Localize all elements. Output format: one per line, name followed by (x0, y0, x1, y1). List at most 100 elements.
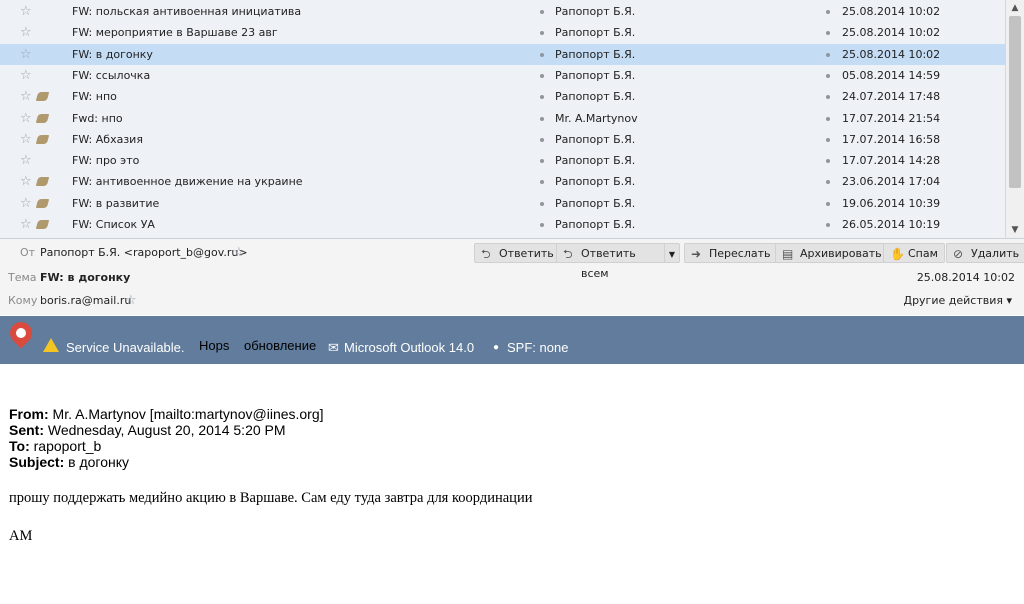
message-row[interactable]: ☆ FW: нпо Рапопорт Б.Я. 24.07.2014 17:48 (0, 86, 1005, 107)
update-link[interactable]: обновление (244, 338, 316, 353)
reply-all-button[interactable]: ⮌ Ответить всем (556, 243, 664, 280)
security-banner: Service Unavailable. Hops обновление ✉ M… (0, 316, 1024, 364)
star-icon[interactable]: ☆ (20, 22, 34, 43)
star-icon[interactable]: ☆ (20, 86, 34, 107)
to-value[interactable]: boris.ra@mail.ru (40, 289, 131, 313)
other-actions-button[interactable]: Другие действия ▾ (903, 289, 1012, 313)
tag-icon[interactable] (35, 92, 50, 102)
star-icon[interactable]: ☆ (20, 129, 34, 150)
message-row[interactable]: ☆ FW: про это Рапопорт Б.Я. 17.07.2014 14:2… (0, 150, 1005, 171)
from-value[interactable]: Рапопорт Б.Я. <rapoport_b@gov.ru> (40, 241, 248, 265)
message-row[interactable]: ☆ FW: польская антивоенная инициатива Рапо… (0, 1, 1005, 22)
star-icon[interactable]: ☆ (20, 108, 34, 129)
bullet-icon (540, 159, 544, 164)
delete-button[interactable]: ⊘ Удалить (946, 243, 1024, 263)
bullet-icon (540, 201, 544, 206)
spam-button[interactable]: ✋ Спам (883, 243, 945, 263)
subject-value: FW: в догонку (40, 271, 131, 284)
message-date: 23.06.2014 17:04 (842, 175, 941, 189)
message-subject: FW: мероприятие в Варшаве 23 авг (72, 26, 278, 40)
message-list-scrollbar[interactable]: ▲ ▼ (1005, 0, 1024, 238)
location-pin-icon (5, 317, 37, 349)
bullet-icon (826, 137, 830, 142)
message-row[interactable]: ☆ FW: Список УА Рапопорт Б.Я. 26.05.2014 10… (0, 214, 1005, 235)
tag-icon[interactable] (35, 134, 50, 144)
spam-icon: ✋ (890, 247, 905, 261)
message-list: ☆ FW: польская антивоенная инициатива Рапо… (0, 0, 1024, 239)
tag-icon[interactable] (35, 177, 50, 187)
reply-button[interactable]: ⮌ Ответить (474, 243, 561, 263)
star-icon[interactable]: ☆ (233, 241, 245, 265)
message-subject: FW: антивоенное движение на украине (72, 175, 303, 189)
message-row[interactable]: ☆ FW: ссылочка Рапопорт Б.Я. 05.08.2014 14:… (0, 65, 1005, 86)
body-text: прошу поддержать медийно акцию в Варшаве… (9, 490, 533, 506)
quoted-subject: Subject: в догонку (9, 454, 130, 470)
message-row[interactable]: ☆ FW: антивоенное движение на украине Рапо… (0, 171, 1005, 192)
bullet-icon (826, 31, 830, 36)
bullet-icon (826, 201, 830, 206)
star-icon[interactable]: ☆ (20, 150, 34, 171)
message-body: From: Mr. A.Martynov [mailto:martynov@ii… (9, 406, 532, 544)
bullet-icon (540, 10, 544, 14)
message-subject: FW: нпо (72, 90, 117, 104)
bullet-icon (540, 95, 544, 100)
star-icon[interactable]: ☆ (20, 65, 34, 86)
star-icon[interactable]: ☆ (20, 44, 34, 65)
bullet-icon (826, 223, 830, 227)
message-sender: Рапопорт Б.Я. (555, 132, 636, 146)
message-sender: Рапопорт Б.Я. (555, 196, 636, 210)
to-label: Кому (8, 294, 38, 307)
message-row[interactable]: ☆ Fwd: нпо Mr. A.Martynov 17.07.2014 21:54 (0, 108, 1005, 129)
message-subject: FW: Абхазия (72, 132, 143, 146)
archive-button[interactable]: ▤ Архивировать (775, 243, 889, 263)
reply-all-dropdown[interactable]: ▼ (664, 243, 680, 263)
message-row[interactable]: ☆ FW: мероприятие в Варшаве 23 авг Рапопор… (0, 22, 1005, 43)
star-icon[interactable]: ☆ (20, 193, 34, 214)
message-date: 24.07.2014 17:48 (842, 90, 941, 104)
message-sender: Рапопорт Б.Я. (555, 175, 636, 189)
bullet-icon (540, 223, 544, 227)
scroll-down-icon[interactable]: ▼ (1006, 222, 1024, 238)
message-date: 17.07.2014 14:28 (842, 154, 941, 168)
bullet-icon (826, 52, 830, 57)
message-sender: Рапопорт Б.Я. (555, 5, 636, 18)
bullet-icon (540, 137, 544, 142)
star-icon[interactable]: ☆ (20, 1, 34, 22)
message-row[interactable]: ☆ FW: в развитие Рапопорт Б.Я. 19.06.2014 1… (0, 193, 1005, 214)
bullet-icon (826, 159, 830, 164)
forward-button[interactable]: ➜ Переслать (684, 243, 778, 263)
message-sender: Рапопорт Б.Я. (555, 218, 636, 231)
message-sender: Рапопорт Б.Я. (555, 26, 636, 40)
message-date: 25.08.2014 10:02 (842, 47, 941, 61)
service-status: Service Unavailable. (66, 340, 185, 355)
message-date: 05.08.2014 14:59 (842, 68, 941, 82)
message-date: 17.07.2014 16:58 (842, 132, 941, 146)
star-icon[interactable]: ☆ (20, 214, 34, 235)
bullet-icon (826, 180, 830, 185)
message-subject: Fwd: нпо (72, 111, 123, 125)
tag-icon[interactable] (35, 113, 50, 123)
tag-icon[interactable] (35, 220, 50, 229)
message-date: 25.08.2014 10:02 (842, 5, 941, 18)
message-date: 25.08.2014 10:02 (916, 271, 1015, 284)
message-subject: FW: ссылочка (72, 68, 151, 82)
hops-link[interactable]: Hops (199, 338, 229, 353)
bullet-icon: ● (493, 342, 500, 353)
star-icon[interactable]: ☆ (20, 171, 34, 192)
message-row[interactable]: ☆ FW: в догонку Рапопорт Б.Я. 25.08.2014 10… (0, 43, 1005, 65)
archive-icon: ▤ (782, 247, 794, 261)
tag-icon[interactable] (35, 198, 50, 208)
message-sender: Рапопорт Б.Я. (555, 154, 636, 168)
mailer-info: Microsoft Outlook 14.0 (344, 340, 475, 355)
quoted-from: From: Mr. A.Martynov [mailto:martynov@ii… (9, 406, 324, 422)
message-row[interactable]: ☆ FW: Абхазия Рапопорт Б.Я. 17.07.2014 16:5… (0, 129, 1005, 150)
message-sender: Рапопорт Б.Я. (555, 90, 636, 104)
star-icon[interactable]: ☆ (125, 289, 137, 313)
spf-info: SPF: none (507, 340, 569, 355)
scroll-up-icon[interactable]: ▲ (1006, 0, 1024, 16)
scroll-thumb[interactable] (1009, 16, 1021, 188)
bullet-icon (540, 52, 544, 57)
warning-icon (43, 338, 59, 352)
reply-all-icon: ⮌ (563, 247, 573, 261)
bullet-icon (540, 73, 544, 78)
